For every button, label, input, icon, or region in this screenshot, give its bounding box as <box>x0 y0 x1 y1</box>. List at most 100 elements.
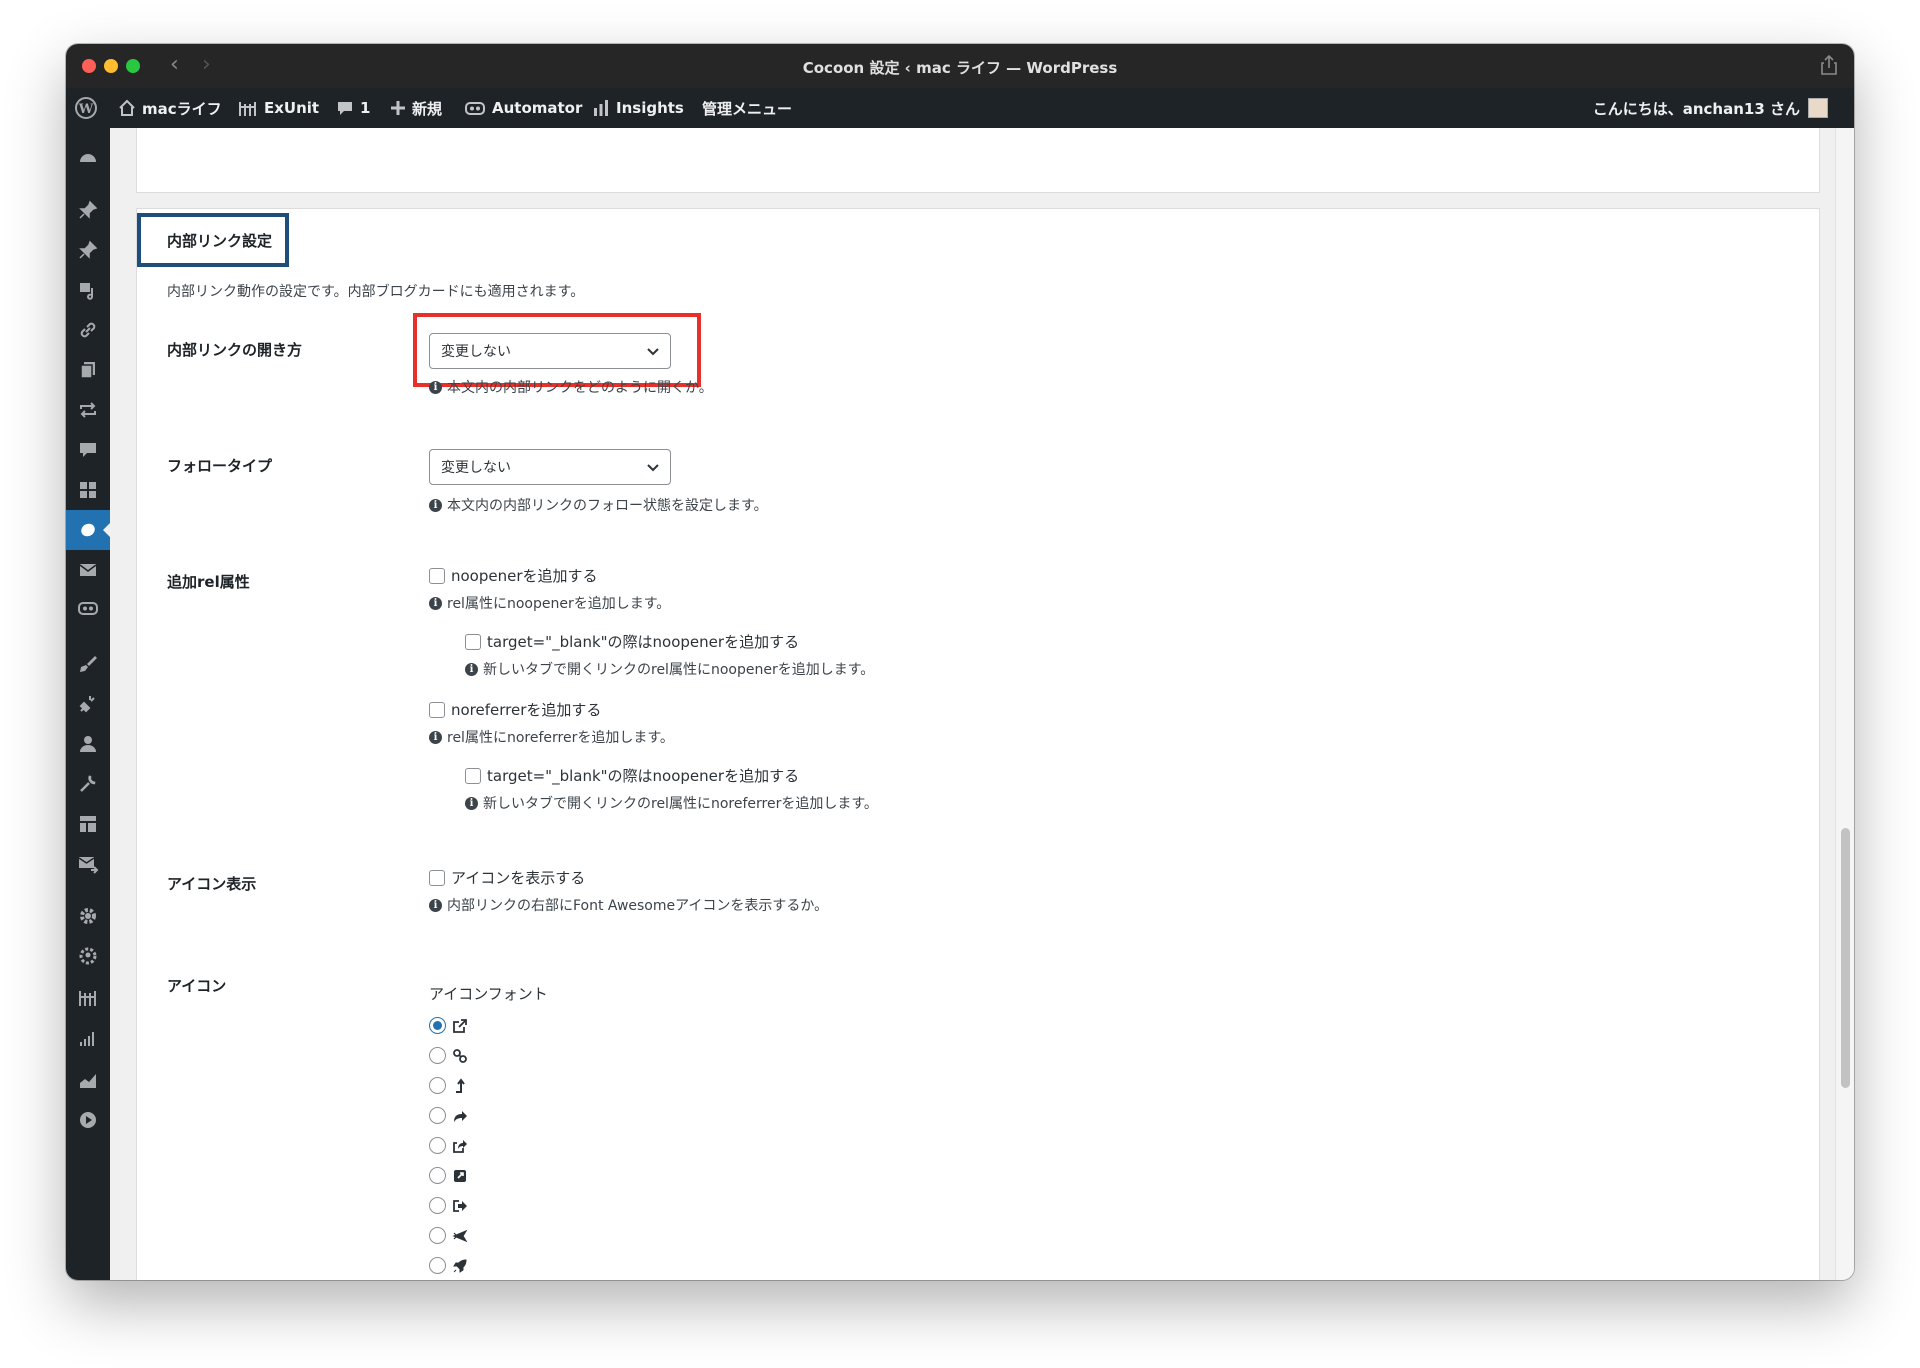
noopener-blank-option[interactable]: target="_blank"の際はnoopenerを追加する <box>465 631 799 652</box>
section-description: 内部リンク動作の設定です。内部ブログカードにも適用されます。 <box>167 284 585 300</box>
icon-radio[interactable] <box>429 1257 446 1274</box>
gear-icon[interactable] <box>76 904 100 928</box>
noopener-option[interactable]: noopenerを追加する <box>429 565 598 586</box>
signal-bars-icon[interactable] <box>76 1026 100 1050</box>
exunit-label: ExUnit <box>264 99 320 117</box>
insights-link[interactable]: Insights <box>592 88 684 128</box>
repeat-icon[interactable] <box>76 398 100 422</box>
cocoon-icon <box>81 523 95 537</box>
site-name-link[interactable]: macライフ <box>118 88 222 128</box>
noreferrer-label: noreferrerを追加する <box>451 701 602 719</box>
avatar <box>1808 98 1828 118</box>
icon-option-rocket[interactable] <box>429 1257 468 1274</box>
previous-settings-panel <box>136 128 1820 193</box>
media-icon[interactable] <box>76 278 100 302</box>
noreferrer-blank-hint: i 新しいタブで開くリンクのrel属性にnoreferrerを追加します。 <box>465 793 878 813</box>
noreferrer-blank-checkbox[interactable] <box>465 767 481 784</box>
comments-icon[interactable] <box>76 438 100 462</box>
icon-display-label: アイコン表示 <box>167 875 257 893</box>
external-link-icon <box>453 1018 467 1033</box>
sign-out-icon <box>453 1199 467 1212</box>
noopener-blank-checkbox[interactable] <box>465 633 481 650</box>
icon-option-chain-link[interactable] <box>429 1047 468 1064</box>
icon-option-share-arrow[interactable] <box>429 1107 468 1124</box>
posts-pin-icon[interactable] <box>76 198 100 222</box>
icon-radio[interactable] <box>429 1137 446 1154</box>
copy-icon[interactable] <box>76 358 100 382</box>
internal-link-settings-panel: 内部リンク設定 内部リンク動作の設定です。内部ブログカードにも適用されます。 内… <box>136 208 1820 1280</box>
chain-link-icon <box>453 1048 467 1063</box>
automator-robot-icon[interactable] <box>76 596 100 620</box>
icon-display-option[interactable]: アイコンを表示する <box>429 867 585 888</box>
users-icon[interactable] <box>76 732 100 756</box>
noopener-checkbox[interactable] <box>429 567 445 584</box>
icon-display-checkbox[interactable] <box>429 869 445 886</box>
dashboard-icon[interactable] <box>76 146 100 170</box>
follow-type-select[interactable]: 変更しない <box>429 449 671 485</box>
icon-font-label: アイコンフォント <box>429 985 548 1003</box>
icon-radio[interactable] <box>429 1077 446 1094</box>
mail-icon[interactable] <box>76 558 100 582</box>
settings-layout-icon[interactable] <box>76 812 100 836</box>
blocks-grid-icon[interactable] <box>76 478 100 502</box>
comment-icon <box>338 102 352 115</box>
admin-sidebar <box>66 128 111 1280</box>
share-icon[interactable] <box>1820 55 1838 75</box>
title-bar: ‹ › Cocoon 設定 ‹ mac ライフ — WordPress <box>66 44 1854 88</box>
tools-wrench-icon[interactable] <box>76 772 100 796</box>
new-content-link[interactable]: 新規 <box>390 88 442 128</box>
follow-type-hint: i 本文内の内部リンクのフォロー状態を設定します。 <box>429 495 768 515</box>
comments-link[interactable]: 1 <box>336 88 370 128</box>
site-name-label: macライフ <box>142 99 222 118</box>
pages-pin-icon[interactable] <box>76 238 100 262</box>
exunit-link[interactable]: ExUnit <box>238 88 319 128</box>
noreferrer-option[interactable]: noreferrerを追加する <box>429 699 601 720</box>
my-account-link[interactable]: こんにちは、anchan13 さん <box>1593 88 1828 128</box>
chevron-down-icon <box>647 464 659 472</box>
sidebar-item-cocoon-active[interactable] <box>66 510 111 550</box>
play-circle-icon[interactable] <box>76 1108 100 1132</box>
noreferrer-hint: i rel属性にnoreferrerを追加します。 <box>429 727 674 747</box>
admin-menu-link[interactable]: 管理メニュー <box>702 88 792 128</box>
gear-user-icon[interactable] <box>76 944 100 968</box>
icon-radio[interactable] <box>429 1167 446 1184</box>
icon-option-plane[interactable] <box>429 1227 468 1244</box>
icon-radio[interactable] <box>429 1227 446 1244</box>
info-icon: i <box>465 796 478 810</box>
highlight-box <box>413 313 701 387</box>
window-title: Cocoon 設定 ‹ mac ライフ — WordPress <box>802 59 1118 77</box>
icon-option-share-square[interactable] <box>429 1137 468 1154</box>
automator-label: Automator <box>492 99 583 117</box>
open-method-hint-text: 本文内の内部リンクをどのように開くか。 <box>447 380 713 396</box>
exunit-sidebar-icon[interactable] <box>76 986 100 1010</box>
noreferrer-blank-option[interactable]: target="_blank"の際はnoopenerを追加する <box>465 765 799 786</box>
links-icon[interactable] <box>76 318 100 342</box>
noopener-hint-text: rel属性にnoopenerを追加します。 <box>447 596 671 612</box>
icon-option-sign-out[interactable] <box>429 1197 468 1214</box>
open-method-label: 内部リンクの開き方 <box>167 341 303 359</box>
icon-option-external-square[interactable] <box>429 1167 468 1184</box>
icon-radio[interactable] <box>429 1107 446 1124</box>
main-content: 内部リンク設定 内部リンク動作の設定です。内部ブログカードにも適用されます。 内… <box>110 128 1836 1280</box>
area-chart-icon[interactable] <box>76 1068 100 1092</box>
icon-option-level-up[interactable] <box>429 1077 468 1094</box>
appearance-brush-icon[interactable] <box>76 652 100 676</box>
scrollbar-thumb[interactable] <box>1841 828 1850 1088</box>
icon-option-external-link[interactable] <box>429 1017 468 1034</box>
icon-radio[interactable] <box>429 1047 446 1064</box>
info-icon: i <box>429 898 442 912</box>
icon-display-hint-text: 内部リンクの右部にFont Awesomeアイコンを表示するか。 <box>447 898 829 914</box>
icon-display-hint: i 内部リンクの右部にFont Awesomeアイコンを表示するか。 <box>429 895 828 915</box>
plugins-icon[interactable] <box>76 692 100 716</box>
scrollbar-track[interactable] <box>1835 128 1854 1280</box>
icon-radio[interactable] <box>429 1017 446 1034</box>
follow-type-label: フォロータイプ <box>167 457 273 475</box>
icon-radio[interactable] <box>429 1197 446 1214</box>
exunit-icon <box>239 102 256 116</box>
plane-icon <box>452 1229 468 1242</box>
automator-link[interactable]: Automator <box>464 88 582 128</box>
mail-send-icon[interactable] <box>76 852 100 876</box>
wordpress-logo-icon[interactable]: W <box>74 88 98 128</box>
noopener-blank-hint-text: 新しいタブで開くリンクのrel属性にnoopenerを追加します。 <box>483 662 875 678</box>
noreferrer-checkbox[interactable] <box>429 701 445 718</box>
